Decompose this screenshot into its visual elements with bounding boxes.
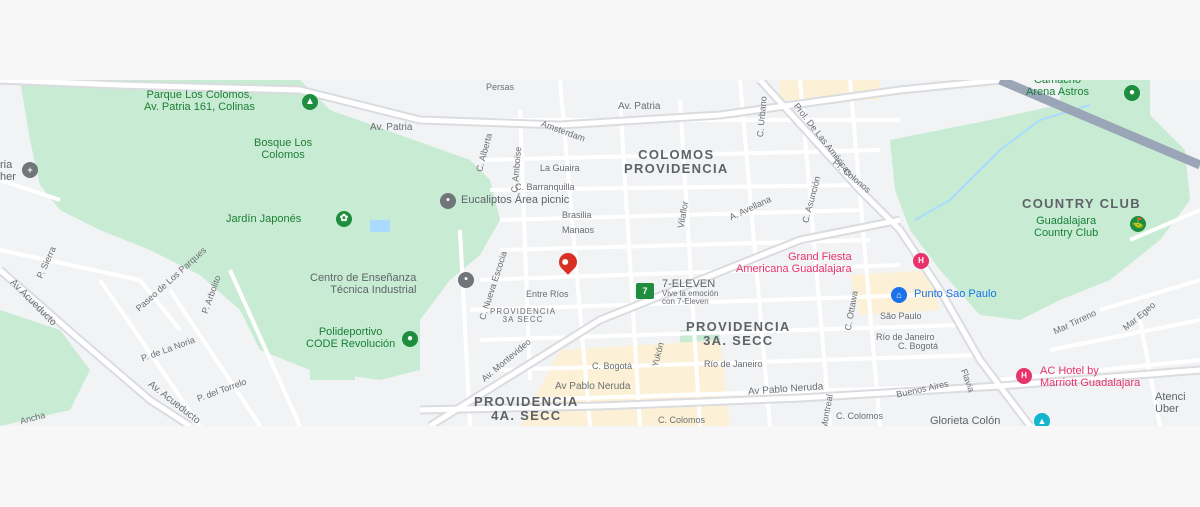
jardin-japones-label[interactable]: Jardín Japonés (226, 213, 301, 226)
punto-sao-paulo-label[interactable]: Punto Sao Paulo (914, 288, 997, 301)
left-edge-label: ria her (0, 159, 16, 183)
country-club-label[interactable]: Guadalajara Country Club (1034, 215, 1098, 239)
district-providencia-3a: PROVIDENCIA 3A. SECC (686, 319, 791, 348)
garden-icon[interactable]: ✿ (336, 211, 352, 227)
district-country-club: COUNTRY CLUB (1022, 196, 1141, 211)
map-canvas[interactable]: COLOMOS PROVIDENCIA COUNTRY CLUB PROVIDEN… (0, 80, 1200, 426)
street-manaos: Manaos (562, 225, 595, 235)
west-park-area (0, 310, 90, 426)
street-c-bogota: C. Bogotá (592, 361, 633, 371)
street-c-bogota: C. Bogotá (898, 341, 939, 351)
small-park-1 (310, 350, 355, 380)
street-c-colomos: C. Colomos (658, 415, 706, 425)
golf-icon[interactable]: ⛳ (1130, 216, 1146, 232)
street-persas: Persas (486, 82, 515, 92)
polideportivo-label[interactable]: Polideportivo CODE Revolución (306, 326, 395, 350)
district-providencia-3a-small: PROVIDENCIA 3A SECC (490, 307, 557, 325)
street-brasilia: Brasilia (562, 210, 592, 220)
shopping-icon[interactable]: ⌂ (891, 287, 907, 303)
seven-eleven-subtitle: Vive la emoción con 7-Eleven (662, 289, 719, 307)
street-c-barranquilla: C. Barranquilla (515, 182, 575, 192)
sports-icon[interactable]: ● (402, 331, 418, 347)
street-av-patria: Av. Patria (370, 122, 413, 133)
glorieta-colon-label[interactable]: Glorieta Colón (930, 415, 1000, 426)
hotel-icon[interactable]: H (913, 253, 929, 269)
park-los-colomos-label[interactable]: Parque Los Colomos, Av. Patria 161, Colin… (144, 89, 255, 113)
hotel-icon[interactable]: H (1016, 368, 1032, 384)
water-pond (370, 220, 390, 232)
street-c-colomos: C. Colomos (836, 411, 884, 421)
atencion-uber-label[interactable]: Atenci Uber (1155, 391, 1186, 415)
bosque-los-colomos-label: Bosque Los Colomos (254, 137, 313, 161)
eucaliptos-label[interactable]: Eucaliptos Área picnic (461, 194, 569, 207)
street-sao-paulo: São Paulo (880, 311, 922, 321)
street-av-pablo-neruda: Av Pablo Neruda (555, 381, 631, 392)
district-colomos-providencia: COLOMOS PROVIDENCIA (624, 147, 729, 176)
street-entre-rios: Entre Ríos (526, 289, 569, 299)
place-icon[interactable]: • (440, 193, 456, 209)
centro-ensenanza-label[interactable]: Centro de Enseñanza Técnica Industrial (310, 272, 416, 296)
church-icon[interactable]: + (22, 162, 38, 178)
park-icon[interactable]: ▲ (302, 94, 318, 110)
grand-fiesta-label[interactable]: Grand Fiesta Americana Guadalajara (736, 251, 852, 275)
ac-hotel-label[interactable]: AC Hotel by Marriott Guadalajara (1040, 365, 1140, 389)
camacho-arena-label[interactable]: Camacho Arena Astros (1026, 80, 1089, 98)
street-la-guaira: La Guaira (540, 163, 580, 173)
store-icon[interactable]: 7 (636, 283, 654, 299)
street-rio-de-janeiro: Río de Janeiro (704, 359, 763, 369)
arena-icon[interactable]: ● (1124, 85, 1140, 101)
fountain-icon[interactable]: ▲ (1034, 413, 1050, 426)
district-providencia-4a: PROVIDENCIA 4A. SECC (474, 394, 579, 423)
street-av-patria: Av. Patria (618, 101, 661, 112)
street-rio-de-janeiro: Río de Janeiro (876, 332, 935, 342)
school-icon[interactable]: • (458, 272, 474, 288)
